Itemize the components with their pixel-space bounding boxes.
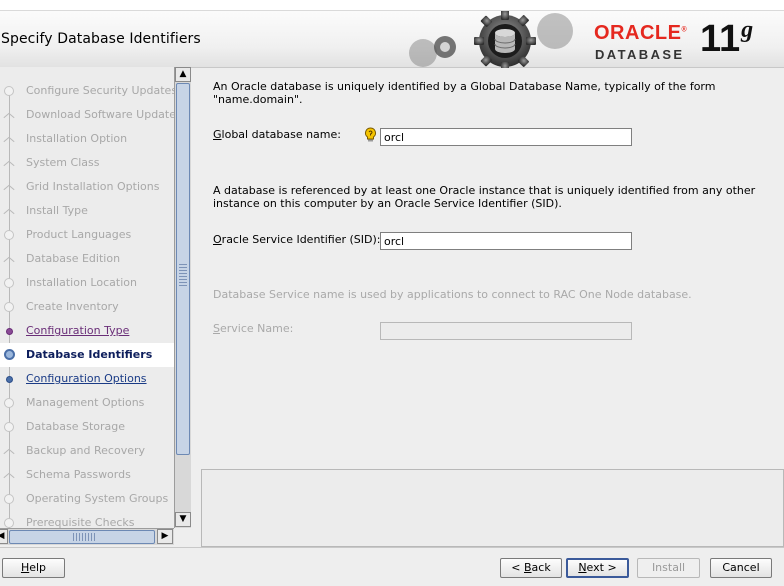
step-label: Backup and Recovery bbox=[26, 444, 146, 457]
sid-description-line2: instance on this computer by an Oracle S… bbox=[213, 197, 562, 210]
step-label: Grid Installation Options bbox=[26, 180, 160, 193]
step-marker-icon bbox=[4, 134, 14, 144]
step-create-inventory: Create Inventory bbox=[0, 295, 174, 319]
step-marker-icon bbox=[4, 86, 14, 96]
scroll-right-button[interactable]: ▶ bbox=[157, 529, 173, 544]
step-label: Database Storage bbox=[26, 420, 126, 433]
step-configure-security-updates: Configure Security Updates bbox=[0, 79, 174, 103]
step-prerequisite-checks: Prerequisite Checks bbox=[0, 511, 174, 528]
oracle-sid-input[interactable] bbox=[380, 232, 632, 250]
step-label: Product Languages bbox=[26, 228, 132, 241]
step-database-identifiers: Database Identifiers bbox=[0, 343, 174, 367]
step-backup-and-recovery: Backup and Recovery bbox=[0, 439, 174, 463]
next-button[interactable]: Next > bbox=[566, 558, 629, 578]
step-marker-icon bbox=[4, 349, 15, 360]
step-label: Database Identifiers bbox=[26, 348, 153, 361]
steps-vertical-scrollbar[interactable]: ▲ ▼ bbox=[174, 67, 191, 528]
intro-text-line2: "name.domain". bbox=[213, 93, 303, 106]
step-product-languages: Product Languages bbox=[0, 223, 174, 247]
step-operating-system-groups: Operating System Groups bbox=[0, 487, 174, 511]
step-management-options: Management Options bbox=[0, 391, 174, 415]
scroll-left-button[interactable]: ◀ bbox=[0, 529, 8, 544]
back-button[interactable]: < Back bbox=[500, 558, 562, 578]
step-configuration-type[interactable]: Configuration Type bbox=[0, 319, 174, 343]
step-label: Install Type bbox=[26, 204, 88, 217]
step-marker-icon bbox=[4, 398, 14, 408]
title-strip bbox=[0, 0, 784, 11]
step-marker-icon bbox=[4, 446, 14, 456]
step-marker-icon bbox=[4, 470, 14, 480]
version-badge: 11g bbox=[700, 17, 754, 60]
messages-pane bbox=[201, 469, 784, 547]
hint-lightbulb-icon[interactable] bbox=[364, 127, 377, 143]
intro-text-line1: An Oracle database is uniquely identifie… bbox=[213, 80, 716, 93]
step-label: Schema Passwords bbox=[26, 468, 131, 481]
scroll-up-button[interactable]: ▲ bbox=[175, 67, 191, 82]
step-label: Management Options bbox=[26, 396, 145, 409]
global-name-label: Global database name: bbox=[213, 128, 341, 141]
steps-horizontal-scrollbar[interactable]: ◀ ▶ bbox=[0, 528, 174, 545]
service-name-label: Service Name: bbox=[213, 322, 294, 335]
step-system-class: System Class bbox=[0, 151, 174, 175]
step-label: Database Edition bbox=[26, 252, 121, 265]
step-marker-icon bbox=[6, 328, 13, 335]
scroll-down-button[interactable]: ▼ bbox=[175, 512, 191, 527]
step-marker-icon bbox=[4, 494, 14, 504]
database-wordmark: DATABASE bbox=[595, 47, 685, 62]
step-marker-icon bbox=[4, 518, 14, 528]
step-label: Prerequisite Checks bbox=[26, 516, 135, 528]
step-label: Configuration Options bbox=[26, 372, 147, 385]
wizard-footer: Help < Back Next > Install Cancel bbox=[0, 547, 784, 586]
step-install-type: Install Type bbox=[0, 199, 174, 223]
step-marker-icon bbox=[4, 278, 14, 288]
global-database-name-input[interactable] bbox=[380, 128, 632, 146]
step-label: Download Software Updates bbox=[26, 108, 174, 121]
sid-label: Oracle Service Identifier (SID): bbox=[213, 233, 381, 246]
service-description: Database Service name is used by applica… bbox=[213, 288, 692, 301]
step-download-software-updates: Download Software Updates bbox=[0, 103, 174, 127]
steps-panel: Configure Security Updates Download Softw… bbox=[0, 67, 174, 528]
step-database-edition: Database Edition bbox=[0, 247, 174, 271]
step-label: Installation Option bbox=[26, 132, 128, 145]
step-marker-icon bbox=[6, 376, 13, 383]
sid-description-line1: A database is referenced by at least one… bbox=[213, 184, 756, 197]
step-schema-passwords: Schema Passwords bbox=[0, 463, 174, 487]
step-label: Installation Location bbox=[26, 276, 137, 289]
cancel-button[interactable]: Cancel bbox=[710, 558, 772, 578]
step-marker-icon bbox=[4, 206, 14, 216]
service-name-input bbox=[380, 322, 632, 340]
step-marker-icon bbox=[4, 182, 14, 192]
step-installation-option: Installation Option bbox=[0, 127, 174, 151]
step-grid-installation-options: Grid Installation Options bbox=[0, 175, 174, 199]
step-installation-location: Installation Location bbox=[0, 271, 174, 295]
main-content: An Oracle database is uniquely identifie… bbox=[201, 67, 784, 469]
step-database-storage: Database Storage bbox=[0, 415, 174, 439]
step-configuration-options[interactable]: Configuration Options bbox=[0, 367, 174, 391]
step-label: Operating System Groups bbox=[26, 492, 169, 505]
help-button[interactable]: Help bbox=[2, 558, 65, 578]
step-marker-icon bbox=[4, 158, 14, 168]
step-marker-icon bbox=[4, 302, 14, 312]
page-title: Specify Database Identifiers bbox=[1, 31, 201, 47]
step-marker-icon bbox=[4, 110, 14, 120]
vertical-scroll-thumb[interactable] bbox=[176, 83, 190, 455]
horizontal-scroll-thumb[interactable] bbox=[9, 530, 155, 544]
oracle-wordmark: ORACLE bbox=[594, 22, 682, 44]
install-button: Install bbox=[637, 558, 700, 578]
step-label: Configure Security Updates bbox=[26, 84, 174, 97]
step-label: System Class bbox=[26, 156, 100, 169]
step-marker-icon bbox=[4, 422, 14, 432]
step-label: Create Inventory bbox=[26, 300, 119, 313]
window-header: Specify Database Identifiers ORACLE® DAT… bbox=[0, 0, 784, 68]
step-marker-icon bbox=[4, 254, 14, 264]
step-marker-icon bbox=[4, 230, 14, 240]
step-label: Configuration Type bbox=[26, 324, 130, 337]
gears-database-icon bbox=[409, 11, 573, 68]
